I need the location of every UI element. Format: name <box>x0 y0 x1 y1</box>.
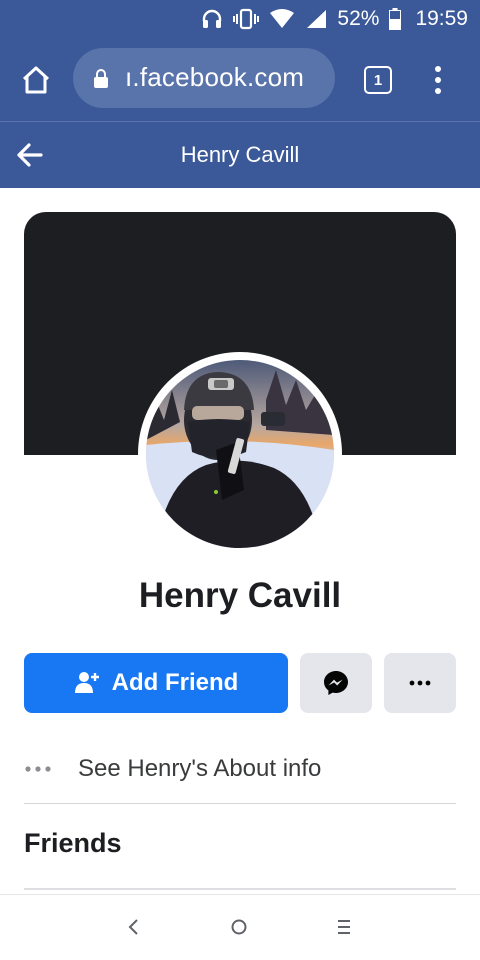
page-title: Henry Cavill <box>180 142 300 167</box>
about-info-link[interactable]: See Henry's About info <box>24 740 456 798</box>
status-icons: 52% 19:59 <box>201 0 468 38</box>
nav-home-button[interactable] <box>229 917 249 937</box>
divider <box>24 803 456 804</box>
nav-back-button[interactable] <box>124 917 144 937</box>
messenger-icon <box>324 671 348 695</box>
address-bar[interactable]: ı.facebook.com <box>73 48 335 108</box>
more-options-button[interactable] <box>384 653 456 713</box>
clock: 19:59 <box>415 7 468 30</box>
nav-recents-button[interactable] <box>334 917 354 937</box>
about-info-label: See Henry's About info <box>78 755 322 782</box>
browser-toolbar: ı.facebook.com 1 <box>0 38 480 122</box>
home-icon <box>22 66 50 94</box>
lock-icon <box>94 69 108 88</box>
url-text: ı.facebook.com <box>125 62 305 92</box>
ellipsis-icon <box>24 765 78 773</box>
page-header: Henry Cavill <box>0 122 480 188</box>
circle-icon <box>231 919 247 935</box>
tab-switcher-button[interactable]: 1 <box>364 66 392 94</box>
message-button[interactable] <box>300 653 372 713</box>
add-friend-button[interactable]: Add Friend <box>24 653 288 713</box>
headphones-icon <box>201 9 223 29</box>
add-person-icon <box>74 672 99 693</box>
vibrate-icon <box>233 8 260 30</box>
more-horizontal-icon <box>409 680 431 686</box>
friends-section-title: Friends <box>24 828 122 858</box>
profile-name: Henry Cavill <box>138 576 342 615</box>
divider <box>24 888 456 890</box>
battery-icon <box>389 8 402 30</box>
more-vertical-icon <box>435 66 441 94</box>
tab-count: 1 <box>373 71 383 89</box>
wifi-icon <box>269 9 295 29</box>
status-bar: 52% 19:59 <box>0 0 480 38</box>
signal-icon <box>305 9 327 29</box>
profile-picture[interactable] <box>146 360 334 548</box>
add-friend-label: Add Friend <box>111 669 239 696</box>
menu-lines-icon <box>338 920 350 934</box>
system-navigation-bar <box>0 894 480 960</box>
chevron-left-icon <box>128 919 138 935</box>
browser-menu-button[interactable] <box>428 64 448 96</box>
battery-percentage: 52% <box>337 7 380 30</box>
home-button[interactable] <box>18 62 54 98</box>
